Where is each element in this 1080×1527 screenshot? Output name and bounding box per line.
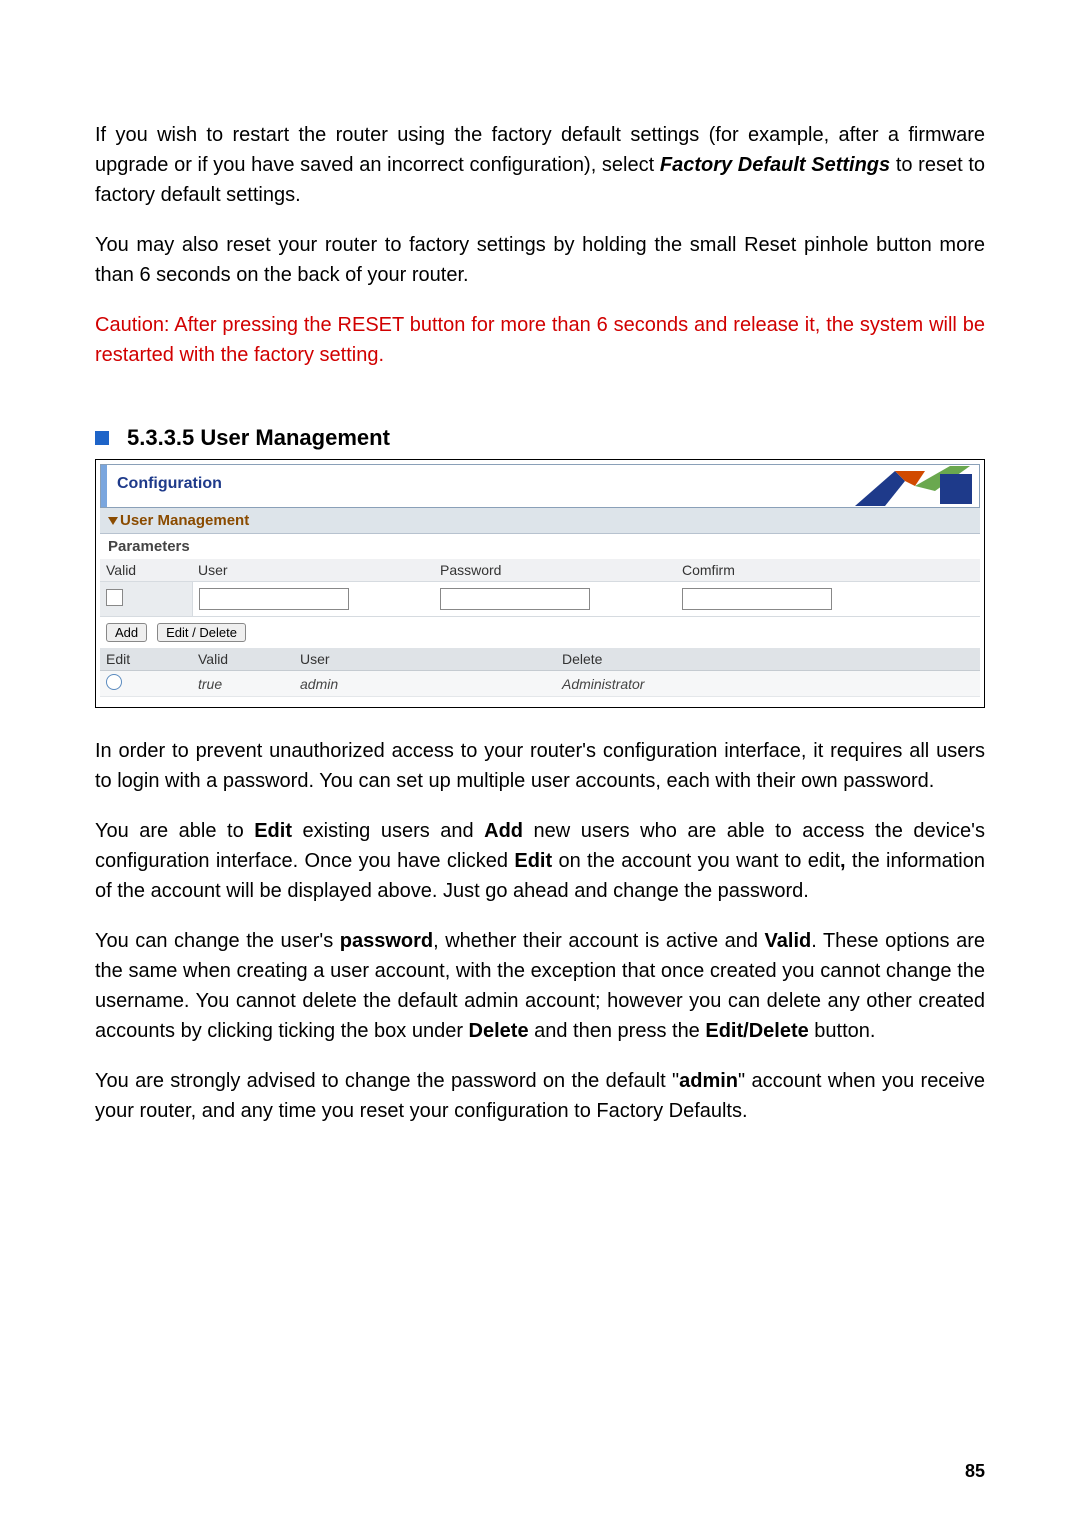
caution-text: Caution: After pressing the RESET button…	[95, 314, 985, 366]
valid-checkbox[interactable]	[106, 589, 123, 606]
text: existing users and	[292, 820, 484, 842]
text: and then press the	[529, 1020, 706, 1042]
password-input[interactable]	[440, 588, 590, 610]
col-user: User	[192, 559, 434, 582]
text-bold: password	[340, 930, 433, 952]
add-button[interactable]: Add	[106, 623, 147, 642]
config-panel: Configuration User Management Parameters…	[95, 459, 985, 708]
edit-radio-cell	[100, 671, 192, 697]
user-cell	[192, 582, 434, 617]
list-col-delete: Delete	[556, 648, 980, 671]
col-password: Password	[434, 559, 676, 582]
user-management-bar[interactable]: User Management	[100, 508, 980, 534]
list-col-valid: Valid	[192, 648, 294, 671]
text-bold: Valid	[765, 930, 812, 952]
confirm-cell	[676, 582, 980, 617]
col-confirm: Comfirm	[676, 559, 980, 582]
text: You can change the user's	[95, 930, 340, 952]
text: In order to prevent unauthorized access …	[95, 740, 985, 792]
list-col-user: User	[294, 648, 556, 671]
subsection-label: User Management	[120, 512, 249, 529]
header-decoration	[855, 465, 979, 507]
edit-radio[interactable]	[106, 674, 122, 690]
text: on the account you want to edit	[552, 850, 840, 872]
paragraph-edit-add: You are able to Edit existing users and …	[95, 816, 985, 906]
bullet-square-icon	[95, 431, 109, 445]
page-number: 85	[965, 1461, 985, 1482]
paragraph-factory-default: If you wish to restart the router using …	[95, 120, 985, 210]
parameters-form-table: Valid User Password Comfirm	[100, 559, 980, 616]
text-bold: admin	[679, 1070, 738, 1092]
text: You are strongly advised to change the p…	[95, 1070, 679, 1092]
document-page: If you wish to restart the router using …	[0, 0, 1080, 1527]
valid-cell	[100, 582, 192, 617]
text-bold: Edit/Delete	[705, 1020, 808, 1042]
paragraph-admin-advice: You are strongly advised to change the p…	[95, 1066, 985, 1126]
section-title: 5.3.3.5 User Management	[127, 425, 390, 451]
text-bold-italic: Factory Default Settings	[660, 154, 890, 176]
text: , whether their account is active and	[433, 930, 764, 952]
triangle-down-icon	[108, 517, 118, 525]
config-title: Configuration	[107, 465, 232, 507]
text: You may also reset your router to factor…	[95, 234, 985, 286]
text: You are able to	[95, 820, 254, 842]
config-header: Configuration	[100, 464, 980, 508]
paragraph-change-password: You can change the user's password, whet…	[95, 926, 985, 1046]
list-col-edit: Edit	[100, 648, 192, 671]
paragraph-caution: Caution: After pressing the RESET button…	[95, 310, 985, 370]
paragraph-prevent-access: In order to prevent unauthorized access …	[95, 736, 985, 796]
edit-delete-button[interactable]: Edit / Delete	[157, 623, 246, 642]
section-header: 5.3.3.5 User Management	[95, 425, 985, 451]
user-list-table: Edit Valid User Delete true admin Admini…	[100, 648, 980, 697]
confirm-input[interactable]	[682, 588, 832, 610]
text-bold: Delete	[469, 1020, 529, 1042]
parameters-label: Parameters	[100, 534, 980, 559]
col-valid: Valid	[100, 559, 192, 582]
arrow-graphic-icon	[855, 466, 975, 506]
row-user: admin	[294, 671, 556, 697]
text: button.	[809, 1020, 876, 1042]
table-row: true admin Administrator	[100, 671, 980, 697]
text-bold: Edit	[254, 820, 292, 842]
password-cell	[434, 582, 676, 617]
paragraph-reset-pinhole: You may also reset your router to factor…	[95, 230, 985, 290]
row-valid: true	[192, 671, 294, 697]
user-input[interactable]	[199, 588, 349, 610]
text-bold: Add	[484, 820, 523, 842]
text-bold: Edit	[514, 850, 552, 872]
button-row: Add Edit / Delete	[100, 616, 980, 648]
row-delete: Administrator	[556, 671, 980, 697]
